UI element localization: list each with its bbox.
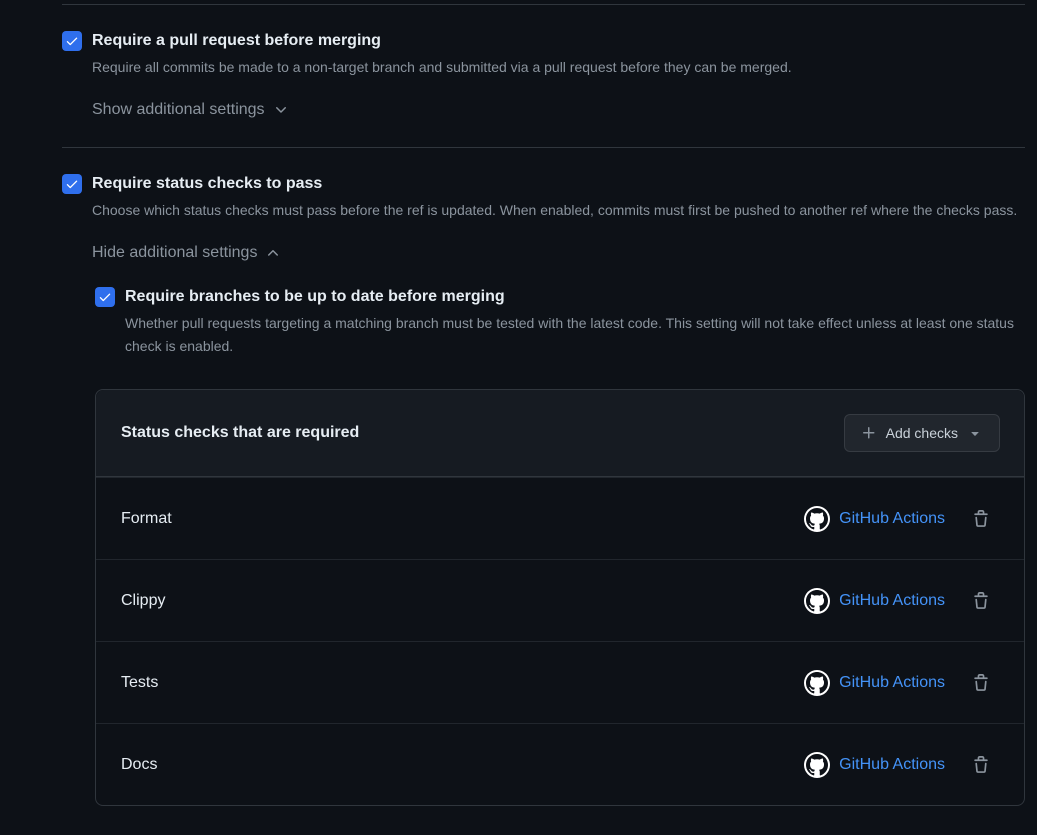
rule-title: Require status checks to pass xyxy=(92,173,1025,195)
rule-description: Require all commits be made to a non-tar… xyxy=(92,56,1025,79)
github-actions-avatar xyxy=(804,752,830,778)
github-actions-avatar xyxy=(804,588,830,614)
toggle-label: Show additional settings xyxy=(92,101,265,119)
toggle-label: Hide additional settings xyxy=(92,244,257,262)
status-check-row: Docs GitHub Actions xyxy=(96,723,1024,805)
delete-check-button[interactable] xyxy=(972,756,990,774)
require-pull-request-checkbox[interactable] xyxy=(62,31,82,51)
trash-icon xyxy=(972,592,990,610)
delete-check-button[interactable] xyxy=(972,510,990,528)
require-status-checks-checkbox[interactable] xyxy=(62,174,82,194)
status-check-row: Format GitHub Actions xyxy=(96,477,1024,559)
trash-icon xyxy=(972,756,990,774)
status-checks-panel-title: Status checks that are required xyxy=(121,424,359,442)
status-check-row: Tests GitHub Actions xyxy=(96,641,1024,723)
require-up-to-date-branches-checkbox[interactable] xyxy=(95,287,115,307)
status-check-name: Tests xyxy=(121,674,158,692)
rule-title: Require a pull request before merging xyxy=(92,30,1025,52)
check-icon xyxy=(98,290,112,304)
show-additional-settings-toggle[interactable]: Show additional settings xyxy=(92,101,289,119)
rules-settings-content: Require a pull request before merging Re… xyxy=(0,4,1037,834)
sub-setting-title: Require branches to be up to date before… xyxy=(125,286,1025,308)
trash-icon xyxy=(972,510,990,528)
add-checks-label: Add checks xyxy=(886,426,958,440)
github-actions-link[interactable]: GitHub Actions xyxy=(839,592,945,610)
check-icon xyxy=(65,34,79,48)
triangle-down-icon xyxy=(967,425,983,441)
rule-description: Choose which status checks must pass bef… xyxy=(92,199,1025,222)
status-check-name: Clippy xyxy=(121,592,165,610)
status-checks-panel-header: Status checks that are required Add chec… xyxy=(96,390,1024,477)
rule-section-status-checks: Require status checks to pass Choose whi… xyxy=(62,148,1025,834)
github-logo-icon xyxy=(806,590,828,612)
chevron-up-icon xyxy=(265,245,281,261)
chevron-down-icon xyxy=(273,102,289,118)
github-actions-link[interactable]: GitHub Actions xyxy=(839,674,945,692)
additional-settings-area: Require branches to be up to date before… xyxy=(95,286,1025,358)
plus-icon xyxy=(861,425,877,441)
trash-icon xyxy=(972,674,990,692)
status-check-name: Docs xyxy=(121,756,157,774)
github-logo-icon xyxy=(806,672,828,694)
sub-setting-description: Whether pull requests targeting a matchi… xyxy=(125,312,1025,358)
add-checks-button[interactable]: Add checks xyxy=(844,414,1000,452)
delete-check-button[interactable] xyxy=(972,592,990,610)
github-logo-icon xyxy=(806,754,828,776)
github-actions-avatar xyxy=(804,670,830,696)
hide-additional-settings-toggle[interactable]: Hide additional settings xyxy=(92,244,281,262)
github-actions-link[interactable]: GitHub Actions xyxy=(839,510,945,528)
status-check-row: Clippy GitHub Actions xyxy=(96,559,1024,641)
github-actions-avatar xyxy=(804,506,830,532)
status-checks-panel: Status checks that are required Add chec… xyxy=(95,389,1025,806)
delete-check-button[interactable] xyxy=(972,674,990,692)
rule-section-pull-request: Require a pull request before merging Re… xyxy=(62,5,1025,147)
github-actions-link[interactable]: GitHub Actions xyxy=(839,756,945,774)
status-check-name: Format xyxy=(121,510,172,528)
github-logo-icon xyxy=(806,508,828,530)
check-icon xyxy=(65,177,79,191)
